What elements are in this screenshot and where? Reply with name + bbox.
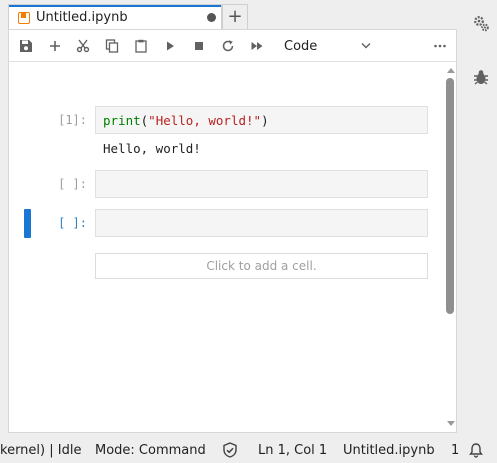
notification-count: 1 [451,443,460,458]
restart-kernel-button[interactable] [219,37,237,55]
bug-icon [474,70,488,85]
add-cell-button[interactable]: Click to add a cell. [95,253,428,279]
tab-label: Untitled.ipynb [36,10,128,25]
refresh-icon [222,40,234,52]
copy-button[interactable] [103,37,121,55]
notebook-icon [18,11,30,24]
notebook-panel: Code [1]: print("Hello, world!") Hello, … [8,29,457,433]
insert-cell-button[interactable] [46,37,64,55]
play-icon [167,41,174,51]
tab-untitled-notebook[interactable]: Untitled.ipynb [8,4,222,30]
tab-active-indicator [9,5,221,7]
ellipsis-icon [434,44,446,48]
gears-icon [474,16,489,32]
cell-input[interactable]: print("Hello, world!") [95,106,428,134]
plus-icon [50,41,60,51]
scrollbar-thumb[interactable] [446,78,454,314]
interrupt-kernel-button[interactable] [190,37,208,55]
notebook-cells-area[interactable]: [1]: print("Hello, world!") Hello, world… [9,63,456,432]
save-icon [20,40,32,52]
cell-prompt: [ ]: [58,177,87,191]
trusted-indicator[interactable] [222,442,238,462]
scroll-up-arrow-icon[interactable] [447,68,455,73]
cell-type-value: Code [284,38,318,54]
scroll-down-arrow-icon[interactable] [447,421,455,426]
status-bar: kernel) | Idle Mode: Command Ln 1, Col 1… [0,438,497,463]
cell-code: print("Hello, world!") [103,113,269,128]
cell-type-select[interactable]: Code [279,35,375,57]
notebook-toolbar: Code [9,30,456,62]
add-tab-button[interactable]: + [222,4,248,30]
status-file-name: Untitled.ipynb [343,443,435,458]
save-button[interactable] [17,37,35,55]
fast-forward-icon [251,42,263,50]
shield-check-icon [223,442,237,458]
cursor-position[interactable]: Ln 1, Col 1 [258,443,327,458]
chevron-down-icon [361,43,371,49]
notifications-button[interactable] [468,442,484,462]
kernel-status[interactable]: kernel) | Idle [0,443,81,458]
cell-input[interactable] [95,209,428,237]
debugger-button[interactable] [472,68,490,86]
cell-prompt: [1]: [58,113,87,127]
cell-prompt: [ ]: [58,216,87,230]
clipboard-icon [135,39,147,53]
vertical-scrollbar[interactable] [445,63,455,432]
cell-input[interactable] [95,170,428,198]
mode-indicator: Mode: Command [95,443,206,458]
cut-button[interactable] [74,37,92,55]
run-cell-button[interactable] [161,37,179,55]
scissors-icon [76,39,90,53]
copy-icon [105,39,119,53]
cell-output: Hello, world! [103,141,201,156]
bell-icon [469,443,483,458]
more-options-button[interactable] [429,37,451,55]
stop-icon [195,42,203,50]
property-inspector-button[interactable] [472,14,490,32]
restart-run-all-button[interactable] [248,37,266,55]
paste-button[interactable] [132,37,150,55]
unsaved-dot-icon[interactable] [207,13,216,22]
